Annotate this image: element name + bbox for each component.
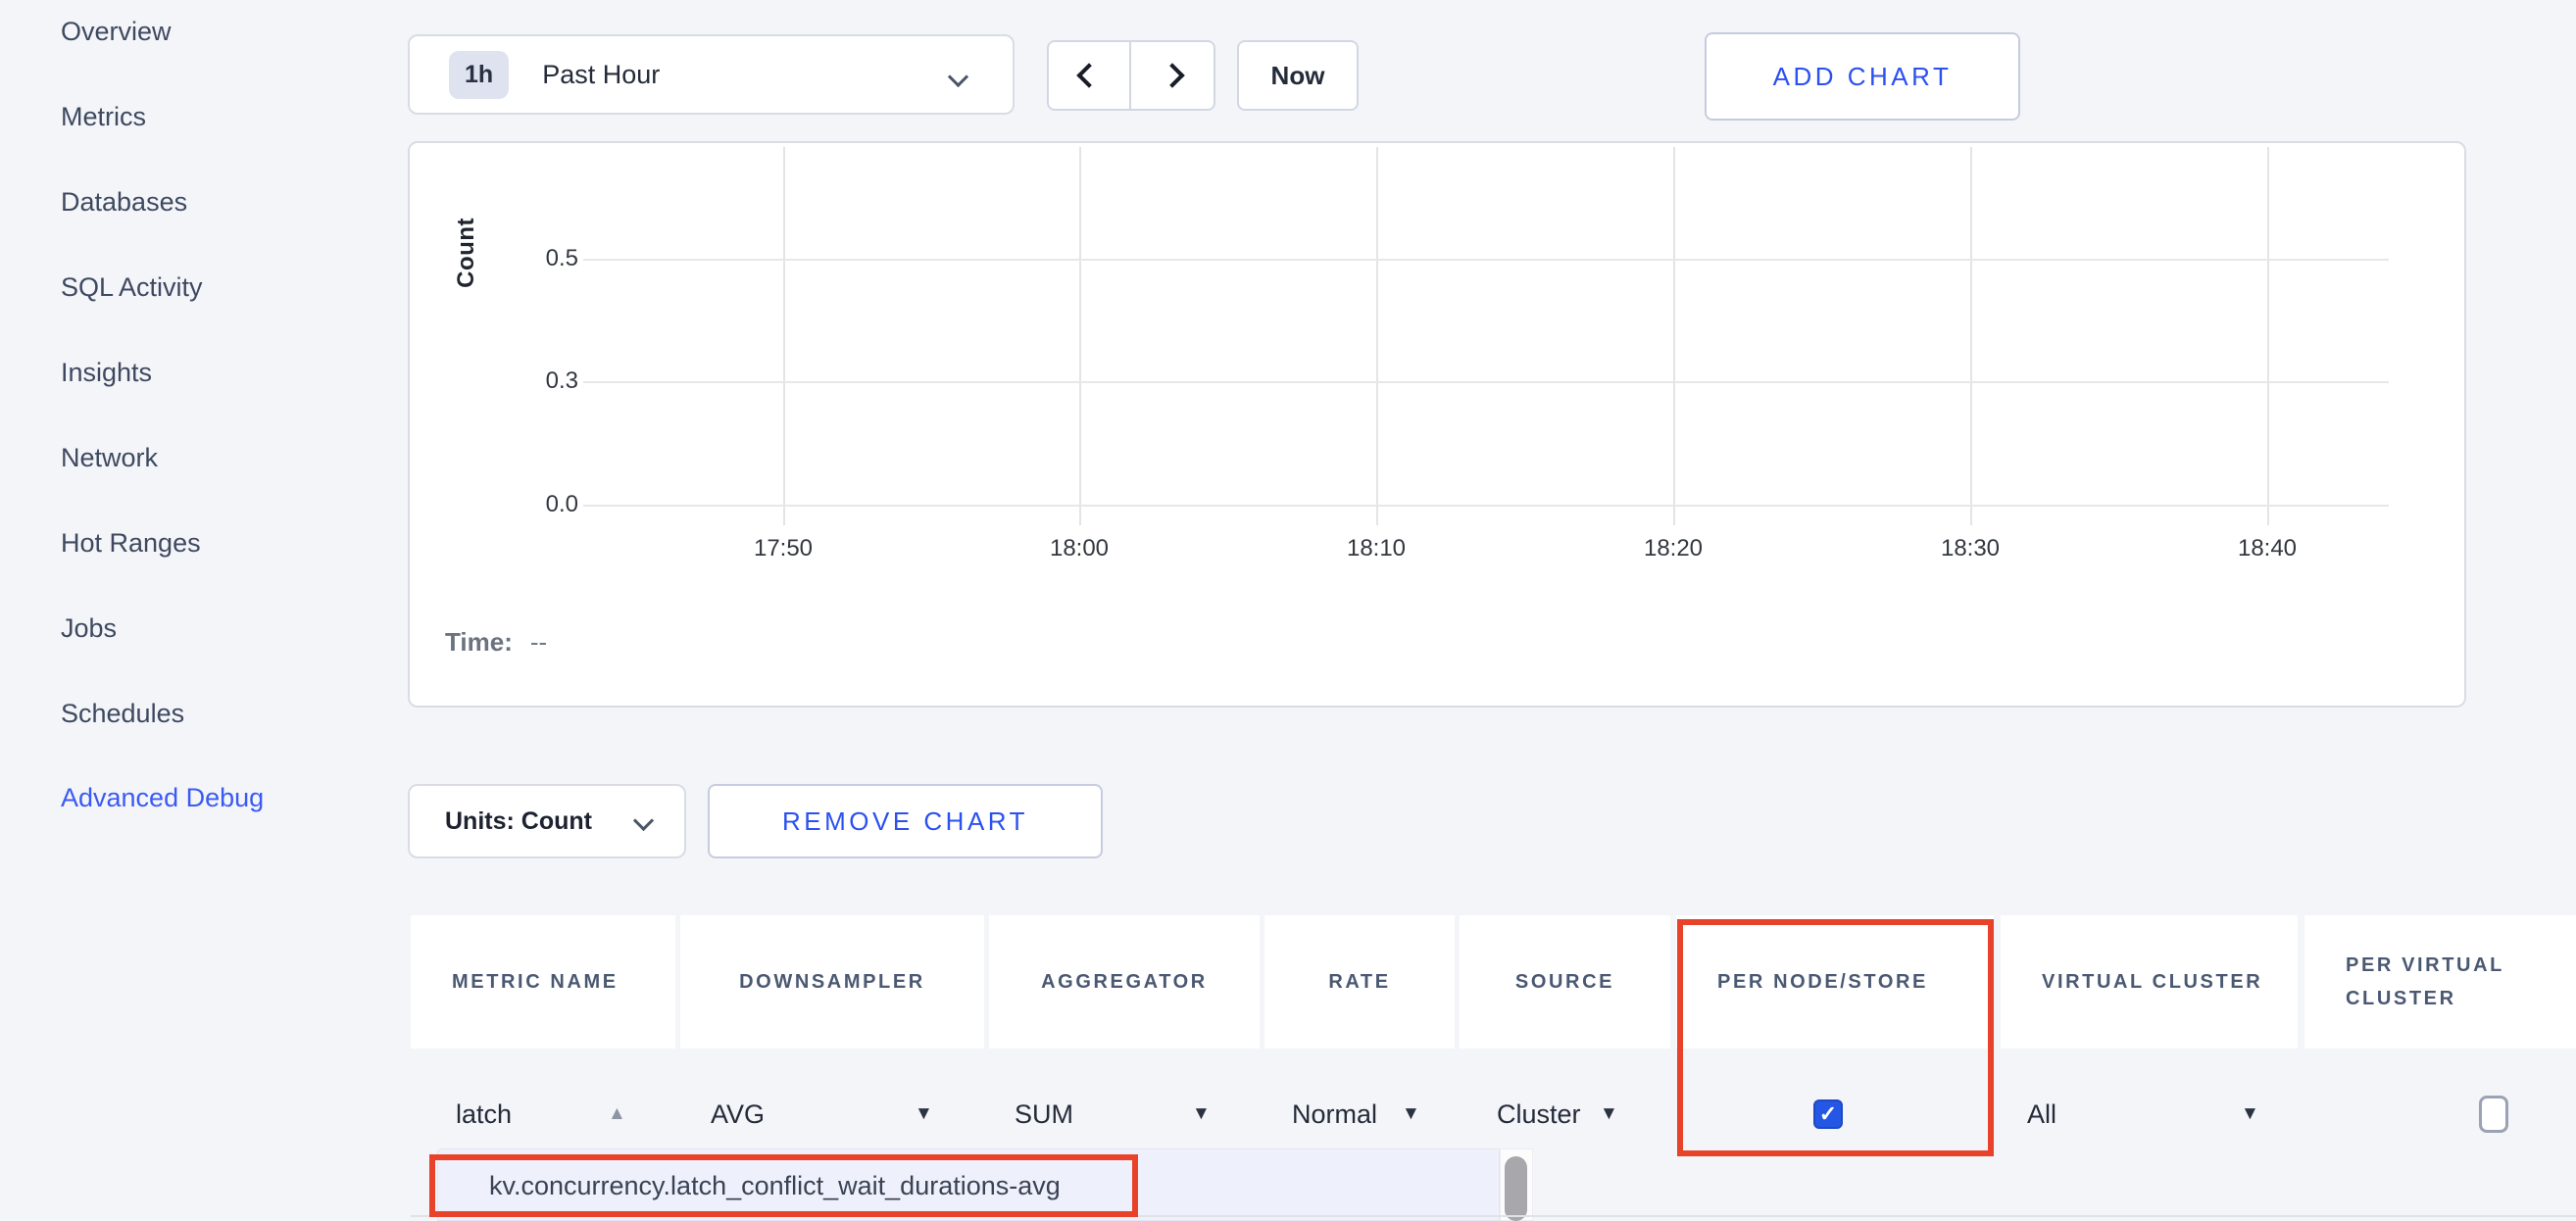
source-select[interactable]: Cluster	[1497, 1099, 1581, 1130]
time-range-picker[interactable]: 1h Past Hour	[408, 34, 1015, 115]
chart-plot-area[interactable]: 0.5 0.3 0.0 17:50 18:00 18:10 18:20 18:3…	[410, 143, 2468, 709]
gridline	[583, 381, 2389, 383]
y-tick-label: 0.5	[500, 245, 578, 272]
metric-suggestion-item[interactable]: kv.concurrency.latch_conflict_wait_durat…	[489, 1171, 1061, 1201]
chevron-right-icon	[1160, 63, 1184, 87]
gridline	[783, 147, 785, 525]
chevron-down-icon[interactable]: ▼	[2241, 1103, 2259, 1125]
check-icon: ✓	[1819, 1101, 1837, 1127]
col-header-per-node-store: PER NODE/STORE	[1676, 915, 1994, 1049]
chevron-down-icon[interactable]: ▼	[915, 1103, 933, 1125]
gridline	[1673, 147, 1675, 525]
x-tick-label: 18:30	[1902, 535, 2039, 562]
downsampler-select[interactable]: AVG	[711, 1099, 765, 1130]
sidebar-item-sql-activity[interactable]: SQL Activity	[61, 272, 203, 306]
x-tick-label: 18:10	[1308, 535, 1445, 562]
sidebar-item-hot-ranges[interactable]: Hot Ranges	[61, 528, 201, 562]
sidebar-item-advanced-debug[interactable]: Advanced Debug	[61, 783, 264, 816]
time-step-controls	[1047, 40, 1215, 111]
row-divider	[411, 1215, 2576, 1217]
y-tick-label: 0.0	[500, 491, 578, 518]
chevron-down-icon	[633, 810, 654, 831]
per-node-store-checkbox[interactable]: ✓	[1813, 1099, 1843, 1129]
sidebar-item-jobs[interactable]: Jobs	[61, 613, 117, 647]
col-header-virtual-cluster: VIRTUAL CLUSTER	[2001, 915, 2298, 1049]
dropdown-scrollbar-thumb[interactable]	[1505, 1156, 1527, 1221]
col-header-downsampler: DOWNSAMPLER	[680, 915, 984, 1049]
x-tick-label: 18:40	[2199, 535, 2336, 562]
rate-select[interactable]: Normal	[1292, 1099, 1377, 1130]
chart-hover-time: Time: --	[445, 627, 547, 658]
metric-suggestions-dropdown: kv.concurrency.latch_conflict_wait_durat…	[437, 1148, 1500, 1221]
col-header-per-virtual-cluster: PER VIRTUAL CLUSTER	[2304, 915, 2576, 1049]
gridline	[2267, 147, 2269, 525]
chart-hover-time-label: Time:	[445, 627, 513, 657]
y-tick-label: 0.3	[500, 367, 578, 395]
x-tick-label: 18:20	[1605, 535, 1742, 562]
sidebar-item-databases[interactable]: Databases	[61, 187, 187, 220]
remove-chart-button[interactable]: REMOVE CHART	[708, 784, 1103, 858]
add-chart-button[interactable]: ADD CHART	[1705, 32, 2020, 121]
aggregator-select[interactable]: SUM	[1015, 1099, 1073, 1130]
chevron-left-icon	[1076, 63, 1101, 87]
sidebar-item-insights[interactable]: Insights	[61, 358, 152, 391]
col-header-source: SOURCE	[1460, 915, 1670, 1049]
gridline	[1079, 147, 1081, 525]
now-button[interactable]: Now	[1237, 40, 1359, 111]
time-range-badge: 1h	[449, 51, 509, 99]
per-virtual-cluster-checkbox[interactable]	[2479, 1096, 2508, 1133]
gridline	[583, 505, 2389, 507]
col-header-aggregator: AGGREGATOR	[989, 915, 1260, 1049]
gridline	[583, 259, 2389, 261]
gridline	[1376, 147, 1378, 525]
time-back-button[interactable]	[1047, 40, 1131, 111]
sidebar-item-metrics[interactable]: Metrics	[61, 102, 146, 135]
col-header-rate: RATE	[1264, 915, 1455, 1049]
chevron-down-icon[interactable]: ▼	[1600, 1103, 1618, 1125]
custom-chart-panel: Count 0.5 0.3 0.0 17:50 18:00 18:10 18:2…	[408, 141, 2466, 708]
chevron-down-icon[interactable]: ▼	[1402, 1103, 1420, 1125]
sidebar-item-schedules[interactable]: Schedules	[61, 699, 184, 732]
chevron-down-icon[interactable]: ▼	[1192, 1103, 1211, 1125]
time-forward-button[interactable]	[1131, 40, 1215, 111]
chevron-down-icon	[948, 67, 968, 87]
metric-name-input[interactable]: latch	[456, 1099, 512, 1130]
sidebar-item-overview[interactable]: Overview	[61, 17, 172, 50]
sidebar: Overview Metrics Databases SQL Activity …	[0, 0, 372, 1221]
virtual-cluster-select[interactable]: All	[2027, 1099, 2056, 1130]
units-select[interactable]: Units: Count	[408, 784, 686, 858]
chart-hover-time-value: --	[530, 627, 547, 657]
x-tick-label: 18:00	[1011, 535, 1148, 562]
x-tick-label: 17:50	[715, 535, 852, 562]
units-select-label: Units: Count	[445, 807, 592, 836]
sort-asc-icon[interactable]: ▲	[608, 1103, 626, 1125]
time-range-label: Past Hour	[542, 60, 660, 90]
col-header-metric-name: METRIC NAME	[411, 915, 675, 1049]
sidebar-item-network[interactable]: Network	[61, 443, 158, 476]
gridline	[1970, 147, 1972, 525]
